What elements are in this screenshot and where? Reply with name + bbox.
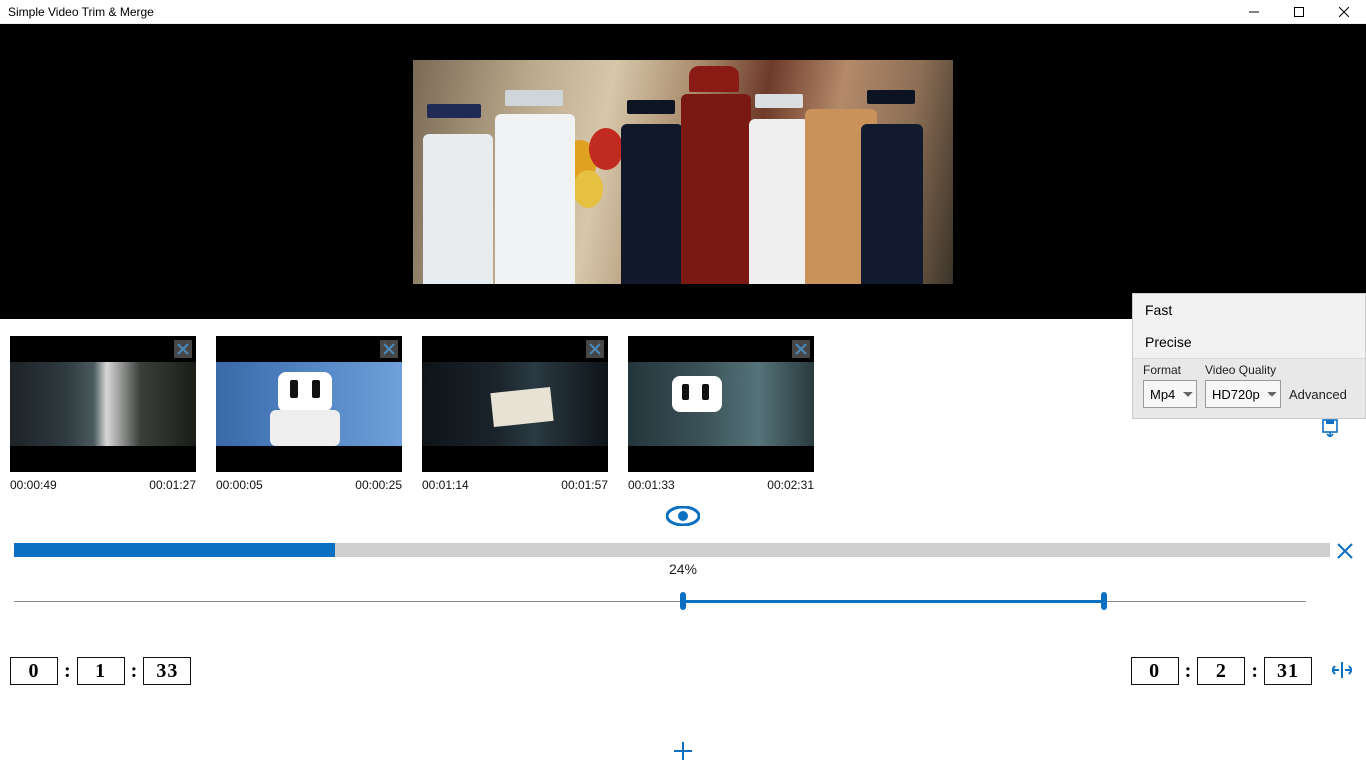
end-minutes-input[interactable]: 2 [1197,657,1245,685]
range-start-handle[interactable] [680,592,686,610]
mode-option-precise[interactable]: Precise [1133,326,1365,358]
clip-item[interactable]: 00:01:33 00:02:31 [628,336,814,492]
clip-item[interactable]: 00:00:49 00:01:27 [10,336,196,492]
clip-thumbnail[interactable] [216,336,402,472]
window-close-button[interactable] [1321,0,1366,24]
format-label: Format [1143,363,1197,377]
start-hours-input[interactable]: 0 [10,657,58,685]
clip-remove-button[interactable] [380,340,398,358]
time-separator: : [131,660,138,683]
clip-start-time: 00:00:49 [10,478,57,492]
clip-thumbnail[interactable] [422,336,608,472]
clip-end-time: 00:02:31 [767,478,814,492]
time-separator: : [1251,660,1258,683]
progress-bar [14,543,1352,557]
mode-option-fast[interactable]: Fast [1133,294,1365,326]
split-icon[interactable] [1332,662,1352,681]
clip-thumbnail[interactable] [628,336,814,472]
window-minimize-button[interactable] [1231,0,1276,24]
window-title: Simple Video Trim & Merge [0,5,1231,19]
range-track [14,601,1306,602]
time-inputs-row: 0 : 1 : 33 0 : 2 : 31 [10,657,1352,685]
clip-remove-button[interactable] [792,340,810,358]
clip-start-time: 00:01:14 [422,478,469,492]
start-time-group: 0 : 1 : 33 [10,657,191,685]
clip-thumbnail[interactable] [10,336,196,472]
clip-start-time: 00:00:05 [216,478,263,492]
video-frame[interactable] [413,60,953,284]
export-settings-panel: Fast Precise Format Mp4 Video Quality HD… [1132,293,1366,419]
clip-end-time: 00:00:25 [355,478,402,492]
start-seconds-input[interactable]: 33 [143,657,191,685]
clip-remove-button[interactable] [586,340,604,358]
clip-end-time: 00:01:27 [149,478,196,492]
clip-item[interactable]: 00:00:05 00:00:25 [216,336,402,492]
end-time-group: 0 : 2 : 31 [1131,657,1312,685]
clip-start-time: 00:01:33 [628,478,675,492]
window-titlebar: Simple Video Trim & Merge [0,0,1366,24]
clip-remove-button[interactable] [174,340,192,358]
end-hours-input[interactable]: 0 [1131,657,1179,685]
add-clip-button[interactable] [673,741,693,766]
end-seconds-input[interactable]: 31 [1264,657,1312,685]
start-minutes-input[interactable]: 1 [77,657,125,685]
progress-cancel-button[interactable] [1330,542,1354,563]
progress-percent-label: 24% [14,561,1352,577]
progress-area: 24% [14,543,1352,577]
window-maximize-button[interactable] [1276,0,1321,24]
time-separator: : [64,660,71,683]
clip-end-time: 00:01:57 [561,478,608,492]
advanced-link[interactable]: Advanced [1289,387,1347,408]
format-select[interactable]: Mp4 [1143,380,1197,408]
video-preview-area [0,24,1366,319]
preview-eye-button[interactable] [666,515,700,529]
time-separator: : [1185,660,1192,683]
quality-select[interactable]: HD720p [1205,380,1281,408]
range-end-handle[interactable] [1101,592,1107,610]
quality-label: Video Quality [1205,363,1281,377]
trim-range-slider[interactable] [14,587,1306,617]
progress-fill [14,543,335,557]
range-selection [683,600,1104,603]
clip-item[interactable]: 00:01:14 00:01:57 [422,336,608,492]
